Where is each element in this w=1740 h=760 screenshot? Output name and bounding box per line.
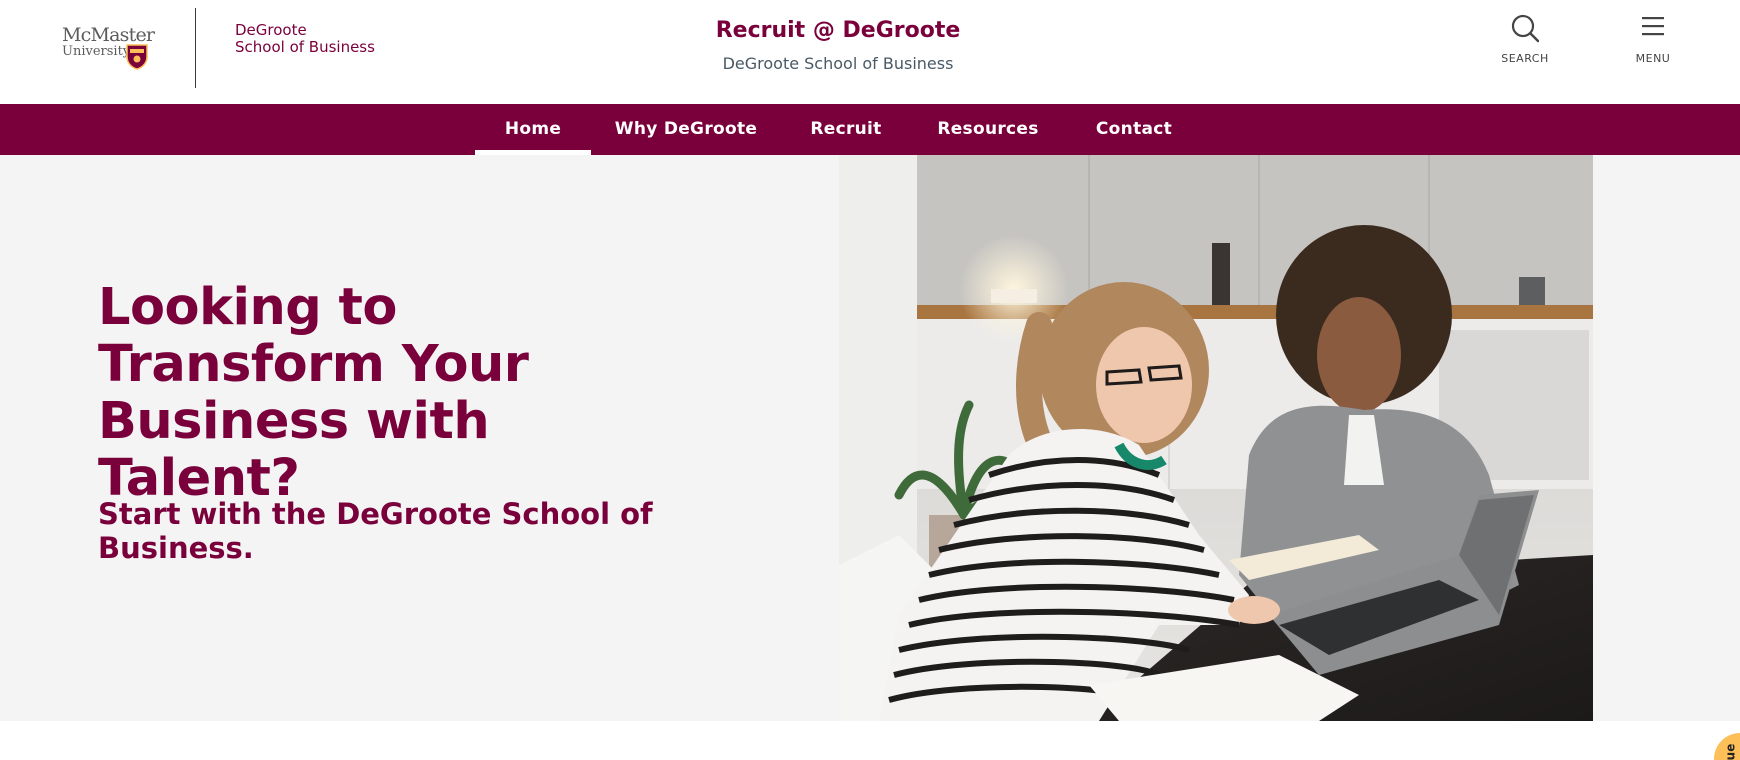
search-label: SEARCH [1501,52,1549,65]
search-button[interactable]: SEARCH [1485,14,1565,70]
search-icon [1511,14,1539,43]
degroote-logo[interactable]: DeGroote School of Business [235,22,375,56]
hero-heading: Looking to Transform Your Business with … [98,278,529,508]
menu-label: MENU [1635,52,1671,65]
mcmaster-crest-icon [126,44,148,70]
site-title[interactable]: Recruit @ DeGroote [620,18,1056,43]
site-subtitle: DeGroote School of Business [722,54,954,73]
site-header: McMaster University DeGroote School of B… [0,0,1740,104]
degroote-logo-line2: School of Business [235,38,375,56]
degroote-logo-line1: DeGroote [235,21,307,39]
hero-photo [839,155,1593,721]
hamburger-icon [1642,17,1664,36]
university-wordmark: University [62,44,131,59]
page-content-start [0,721,1740,760]
hero-section: Looking to Transform Your Business with … [0,155,1740,721]
nav-item-recruit[interactable]: Recruit [800,104,892,155]
menu-button[interactable]: MENU [1613,14,1693,70]
feedback-label: ue [1723,743,1738,760]
nav-item-contact[interactable]: Contact [1088,104,1180,155]
nav-item-home[interactable]: Home [475,104,591,155]
main-nav: Home Why DeGroote Recruit Resources Cont… [0,104,1740,155]
hero-subheading: Start with the DeGroote School of Busine… [98,497,653,565]
hero-photo-illustration [839,155,1593,721]
mcmaster-logo[interactable]: McMaster University [62,24,155,74]
logo-divider [195,8,196,88]
nav-item-resources[interactable]: Resources [930,104,1046,155]
nav-item-why-degroote[interactable]: Why DeGroote [612,104,760,155]
